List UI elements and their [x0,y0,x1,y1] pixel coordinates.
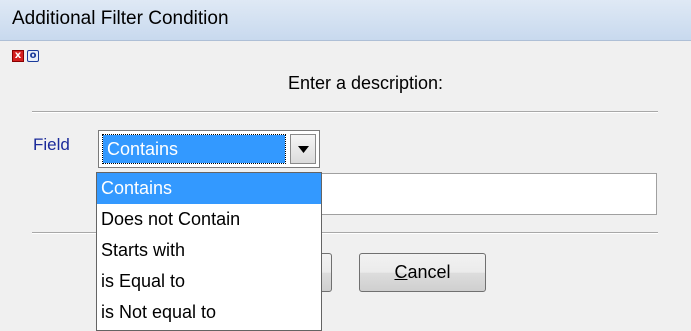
field-label: Field [33,135,70,154]
cancel-button[interactable]: Cancel [359,253,486,292]
dropdown-button[interactable] [290,134,316,164]
dropdown-option-is-not-equal-to[interactable]: is Not equal to [97,297,321,328]
chevron-down-icon [298,146,309,153]
option-icon[interactable]: o [27,50,39,62]
title-bar[interactable]: Additional Filter Condition [0,0,691,41]
dropdown-option-does-not-contain[interactable]: Does not Contain [97,204,321,235]
dropdown-option-is-equal-to[interactable]: is Equal to [97,266,321,297]
description-prompt: Enter a description: [287,73,444,93]
cancel-label: ancel [407,262,451,282]
separator-top [32,111,658,113]
field-dropdown-list[interactable]: Contains Does not Contain Starts with is… [96,172,322,331]
dialog-window: Additional Filter Condition x o Enter a … [0,0,691,331]
field-combobox[interactable]: Contains [98,130,320,168]
window-title: Additional Filter Condition [12,8,229,29]
field-combobox-value: Contains [102,134,286,164]
dropdown-option-starts-with[interactable]: Starts with [97,235,321,266]
close-icon[interactable]: x [12,50,24,62]
dropdown-option-contains[interactable]: Contains [97,173,321,204]
cancel-mnemonic: C [394,262,408,282]
